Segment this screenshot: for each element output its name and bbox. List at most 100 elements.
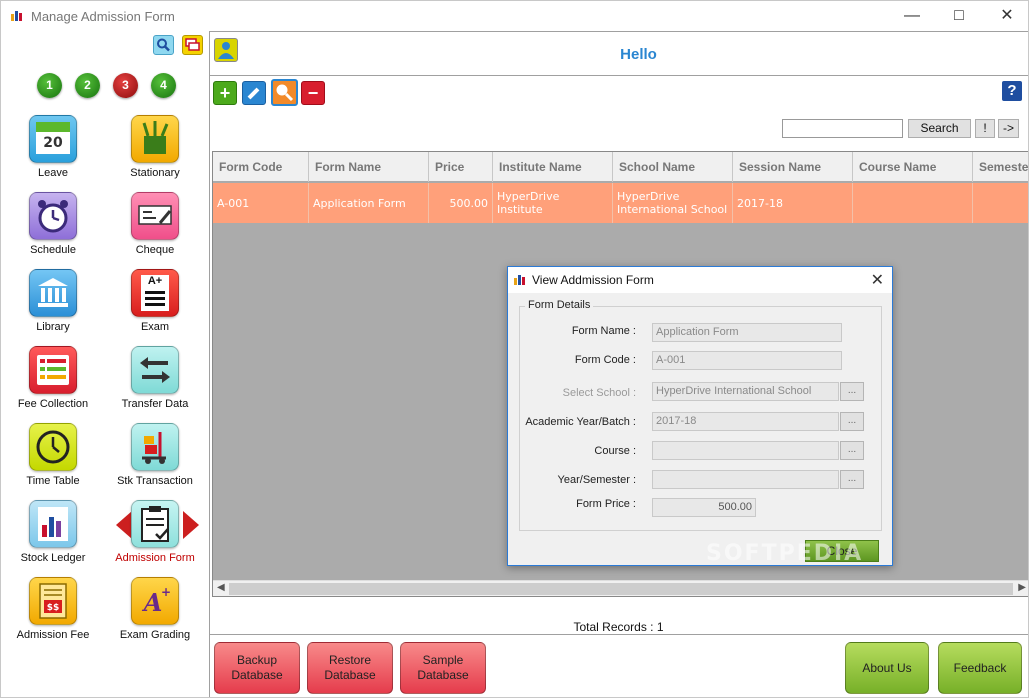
select-school-button[interactable]: ... bbox=[840, 382, 864, 401]
module-label: Leave bbox=[38, 167, 68, 179]
search-icon[interactable] bbox=[153, 35, 174, 55]
minimize-button[interactable]: — bbox=[897, 5, 927, 27]
step-2[interactable]: 2 bbox=[75, 73, 100, 98]
app-window: Manage Admission Form — □ ✕ 1 2 3 4 20 L… bbox=[0, 0, 1029, 698]
module-label: Admission Form bbox=[115, 552, 195, 564]
select-semester-button[interactable]: ... bbox=[840, 470, 864, 489]
school-field: HyperDrive International School bbox=[652, 382, 839, 401]
sidebar: 1 2 3 4 20 Leave Stationary Schedule Che… bbox=[1, 31, 208, 697]
bar-chart-icon bbox=[29, 500, 77, 548]
exact-search-button[interactable]: ! bbox=[975, 119, 995, 138]
module-admission-fee[interactable]: $$ Admission Fee bbox=[3, 577, 103, 654]
module-label: Library bbox=[36, 321, 70, 333]
module-label: Transfer Data bbox=[121, 398, 189, 410]
clipboard-icon bbox=[131, 500, 179, 548]
column-institute-name[interactable]: Institute Name bbox=[493, 152, 613, 182]
column-form-name[interactable]: Form Name bbox=[309, 152, 429, 182]
greeting-bar: Hello bbox=[210, 31, 1028, 76]
watermark-text: SOFTPEDIA bbox=[706, 541, 864, 566]
form-price-label: Form Price : bbox=[576, 498, 636, 510]
button-label: Sample Database bbox=[417, 653, 469, 682]
module-time-table[interactable]: Time Table bbox=[3, 423, 103, 500]
form-code-label: Form Code : bbox=[574, 354, 636, 366]
restore-database-button[interactable]: Restore Database bbox=[307, 642, 393, 694]
window-title: Manage Admission Form bbox=[31, 9, 175, 24]
module-label: Stk Transaction bbox=[117, 475, 193, 487]
module-label: Exam Grading bbox=[119, 629, 191, 641]
module-transfer-data[interactable]: Transfer Data bbox=[105, 346, 205, 423]
cell-price: 500.00 bbox=[429, 183, 493, 223]
feedback-button[interactable]: Feedback bbox=[938, 642, 1022, 694]
module-leave[interactable]: 20 Leave bbox=[3, 115, 103, 192]
greeting-text: Hello bbox=[620, 46, 657, 63]
column-semester-name[interactable]: Semester Name bbox=[973, 152, 1028, 182]
dialog-title-bar: View Addmission Form ✕ bbox=[508, 267, 892, 293]
cell-form-name: Application Form bbox=[309, 183, 429, 223]
semester-field bbox=[652, 470, 839, 489]
backup-database-button[interactable]: Backup Database bbox=[214, 642, 300, 694]
calendar-icon: 20 bbox=[29, 115, 77, 163]
module-stk-transaction[interactable]: Stk Transaction bbox=[105, 423, 205, 500]
column-school-name[interactable]: School Name bbox=[613, 152, 733, 182]
search-input[interactable] bbox=[782, 119, 903, 138]
edit-button[interactable] bbox=[242, 81, 266, 105]
search-button[interactable]: Search bbox=[908, 119, 971, 138]
step-1[interactable]: 1 bbox=[37, 73, 62, 98]
app-logo-icon bbox=[11, 11, 22, 21]
select-course-button[interactable]: ... bbox=[840, 441, 864, 460]
magnifier-icon bbox=[276, 84, 294, 102]
cell-school-name: HyperDrive International School bbox=[613, 183, 733, 223]
fee-list-icon bbox=[29, 346, 77, 394]
button-label: Restore Database bbox=[324, 653, 376, 682]
next-result-button[interactable]: -> bbox=[998, 119, 1019, 138]
hand-truck-icon bbox=[131, 423, 179, 471]
clock-icon bbox=[29, 423, 77, 471]
module-label: Time Table bbox=[26, 475, 80, 487]
module-label: Stock Ledger bbox=[20, 552, 86, 564]
form-price-field: 500.00 bbox=[652, 498, 756, 517]
fee-receipt-icon: $$ bbox=[29, 577, 77, 625]
module-cheque[interactable]: Cheque bbox=[105, 192, 205, 269]
bottom-bar: Backup Database Restore Database Sample … bbox=[210, 634, 1028, 697]
cheque-icon bbox=[131, 192, 179, 240]
column-form-code[interactable]: Form Code bbox=[213, 152, 309, 182]
exam-grade: A+ bbox=[147, 275, 163, 287]
view-button[interactable] bbox=[271, 79, 298, 106]
module-fee-collection[interactable]: Fee Collection bbox=[3, 346, 103, 423]
help-button[interactable]: ? bbox=[1002, 81, 1022, 101]
column-session-name[interactable]: Session Name bbox=[733, 152, 853, 182]
pencil-cup-icon bbox=[131, 115, 179, 163]
select-year-button[interactable]: ... bbox=[840, 412, 864, 431]
cell-institute-name: HyperDrive Institute bbox=[493, 183, 613, 223]
course-label: Course : bbox=[594, 445, 636, 457]
dialog-title: View Addmission Form bbox=[532, 273, 654, 287]
cell-course-name bbox=[853, 183, 973, 223]
column-course-name[interactable]: Course Name bbox=[853, 152, 973, 182]
step-3[interactable]: 3 bbox=[113, 73, 138, 98]
module-library[interactable]: Library bbox=[3, 269, 103, 346]
module-exam[interactable]: A+ Exam bbox=[105, 269, 205, 346]
module-stationary[interactable]: Stationary bbox=[105, 115, 205, 192]
horizontal-scrollbar[interactable]: ◀ ▶ bbox=[213, 580, 1028, 596]
close-window-button[interactable]: ✕ bbox=[992, 5, 1022, 27]
table-row[interactable]: A-001 Application Form 500.00 HyperDrive… bbox=[213, 183, 1028, 223]
module-schedule[interactable]: Schedule bbox=[3, 192, 103, 269]
module-stock-ledger[interactable]: Stock Ledger bbox=[3, 500, 103, 577]
scroll-left-icon[interactable]: ◀ bbox=[217, 582, 225, 593]
step-4[interactable]: 4 bbox=[151, 73, 176, 98]
column-price[interactable]: Price bbox=[429, 152, 493, 182]
about-us-button[interactable]: About Us bbox=[845, 642, 929, 694]
scroll-right-icon[interactable]: ▶ bbox=[1018, 582, 1026, 593]
cell-form-code: A-001 bbox=[213, 183, 309, 223]
windows-icon[interactable] bbox=[182, 35, 203, 55]
module-exam-grading[interactable]: A + Exam Grading bbox=[105, 577, 205, 654]
add-button[interactable]: + bbox=[213, 81, 237, 105]
close-icon[interactable]: ✕ bbox=[871, 270, 884, 290]
pencil-icon bbox=[247, 87, 260, 100]
scrollbar-thumb[interactable] bbox=[229, 583, 1013, 595]
maximize-button[interactable]: □ bbox=[944, 5, 974, 27]
sample-database-button[interactable]: Sample Database bbox=[400, 642, 486, 694]
delete-button[interactable]: − bbox=[301, 81, 325, 105]
module-label: Fee Collection bbox=[17, 398, 89, 410]
module-admission-form[interactable]: Admission Form bbox=[105, 500, 205, 577]
